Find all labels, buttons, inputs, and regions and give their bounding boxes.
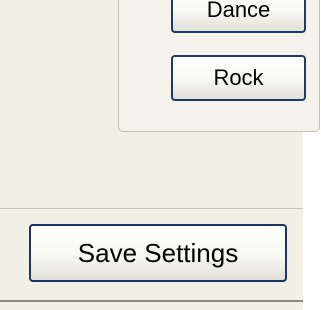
footer-separator	[0, 208, 303, 209]
rock-button[interactable]: Rock	[171, 55, 306, 101]
save-settings-button[interactable]: Save Settings	[29, 224, 287, 282]
window-bottom-border	[0, 300, 303, 302]
dance-button[interactable]: Dance	[171, 0, 306, 33]
